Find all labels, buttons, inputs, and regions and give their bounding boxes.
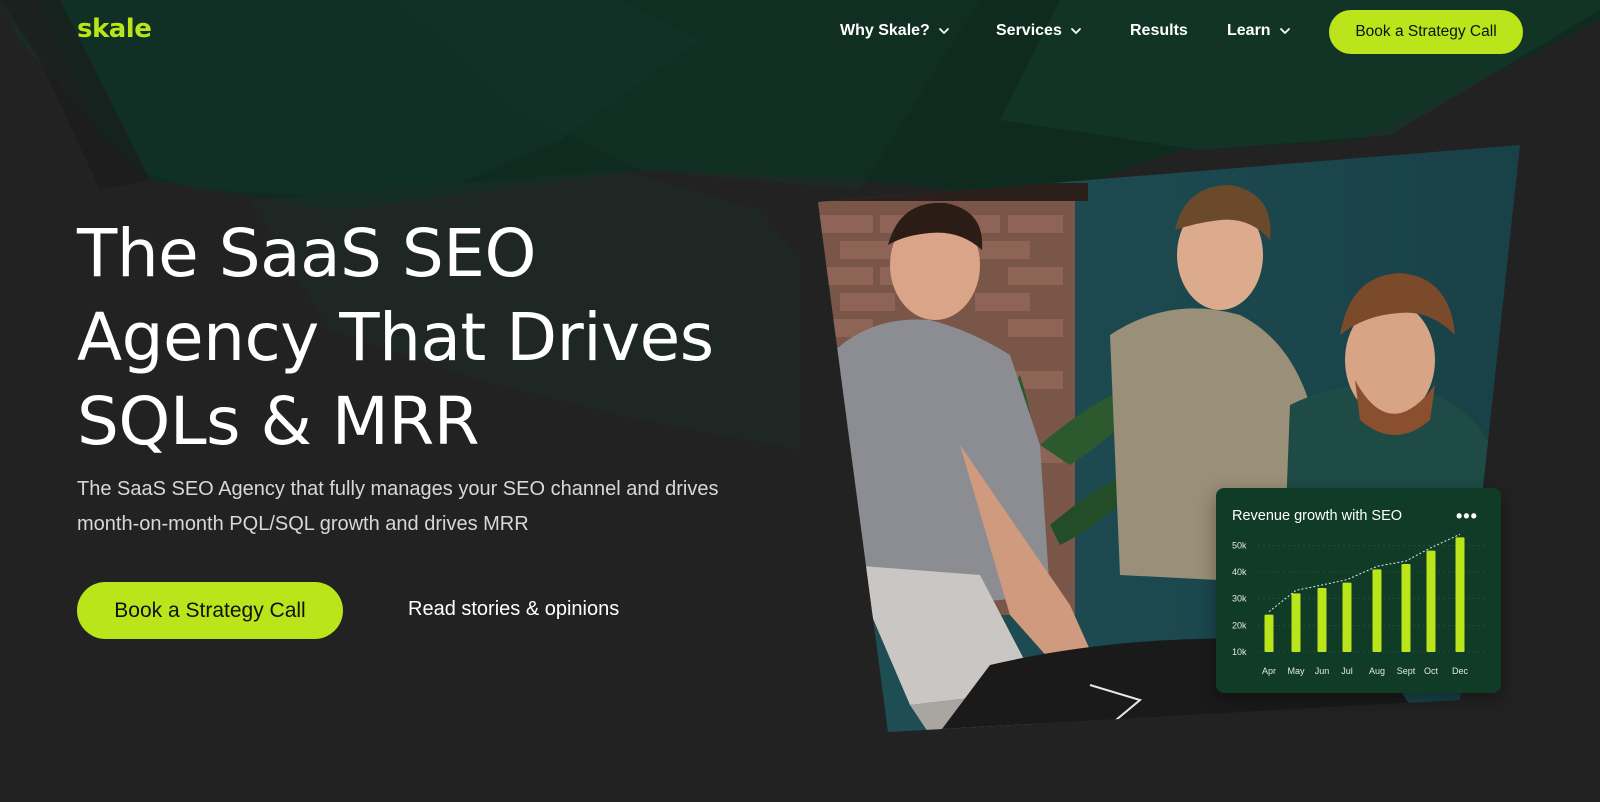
chart-y-tick-label: 20k bbox=[1232, 620, 1247, 630]
book-strategy-call-nav-button[interactable]: Book a Strategy Call bbox=[1329, 10, 1523, 54]
book-strategy-call-button[interactable]: Book a Strategy Call bbox=[77, 582, 343, 639]
chevron-down-icon bbox=[1070, 28, 1081, 34]
hero-title-line: SQLs & MRR bbox=[77, 383, 480, 460]
chevron-down-icon bbox=[1279, 28, 1290, 34]
nav-item-why-skale[interactable]: Why Skale? bbox=[840, 22, 952, 40]
nav-item-label: Why Skale? bbox=[840, 22, 930, 39]
hero-subtitle-line: month-on-month PQL/SQL growth and drives… bbox=[77, 513, 529, 535]
chart-bar bbox=[1342, 582, 1352, 652]
hero-title-line: Agency That Drives bbox=[77, 299, 714, 376]
hero-title-line: The SaaS SEO bbox=[77, 215, 536, 292]
chart-bar bbox=[1455, 537, 1465, 652]
revenue-bar-chart: 10k 20k 30k 40k 50k Apr May Jun Jul Aug Sept Oct Dec bbox=[1232, 533, 1486, 676]
chart-x-tick-label: Aug bbox=[1369, 666, 1385, 676]
chart-bar bbox=[1291, 593, 1301, 652]
hero-subtitle: The SaaS SEO Agency that fully manages y… bbox=[77, 472, 777, 542]
nav-item-services[interactable]: Services bbox=[996, 22, 1084, 40]
top-navigation: skale Why Skale? Services Results Learn … bbox=[0, 0, 1600, 64]
chart-y-tick-label: 10k bbox=[1232, 647, 1247, 657]
chart-bar bbox=[1372, 569, 1382, 652]
chart-bar bbox=[1426, 550, 1436, 652]
chart-x-tick-label: Sept bbox=[1397, 666, 1416, 676]
nav-item-learn[interactable]: Learn bbox=[1227, 22, 1293, 40]
chart-y-tick-label: 40k bbox=[1232, 567, 1247, 577]
chevron-down-icon bbox=[938, 28, 949, 34]
read-stories-link[interactable]: Read stories & opinions bbox=[408, 598, 619, 621]
chart-y-tick-label: 50k bbox=[1232, 540, 1247, 550]
chart-x-tick-label: Jul bbox=[1341, 666, 1353, 676]
hero-subtitle-line: The SaaS SEO Agency that fully manages y… bbox=[77, 478, 719, 500]
nav-item-results[interactable]: Results bbox=[1130, 22, 1188, 40]
chart-x-tick-label: Jun bbox=[1315, 666, 1330, 676]
chart-x-tick-label: Dec bbox=[1452, 666, 1469, 676]
nav-item-label: Results bbox=[1130, 22, 1188, 39]
chart-x-tick-label: Oct bbox=[1424, 666, 1439, 676]
skale-logo[interactable]: skale bbox=[77, 14, 152, 44]
chart-bar bbox=[1264, 614, 1274, 652]
revenue-chart-card: Revenue growth with SEO ••• 10k 20k 30k 40k… bbox=[1216, 488, 1501, 693]
hero-title: The SaaS SEO Agency That Drives SQLs & M… bbox=[77, 212, 777, 464]
nav-item-label: Services bbox=[996, 22, 1062, 39]
chart-bar bbox=[1401, 564, 1411, 652]
chart-x-tick-label: May bbox=[1287, 666, 1305, 676]
chart-x-tick-label: Apr bbox=[1262, 666, 1276, 676]
nav-item-label: Learn bbox=[1227, 22, 1271, 39]
chart-y-tick-label: 30k bbox=[1232, 594, 1247, 604]
chart-bar bbox=[1317, 588, 1327, 652]
